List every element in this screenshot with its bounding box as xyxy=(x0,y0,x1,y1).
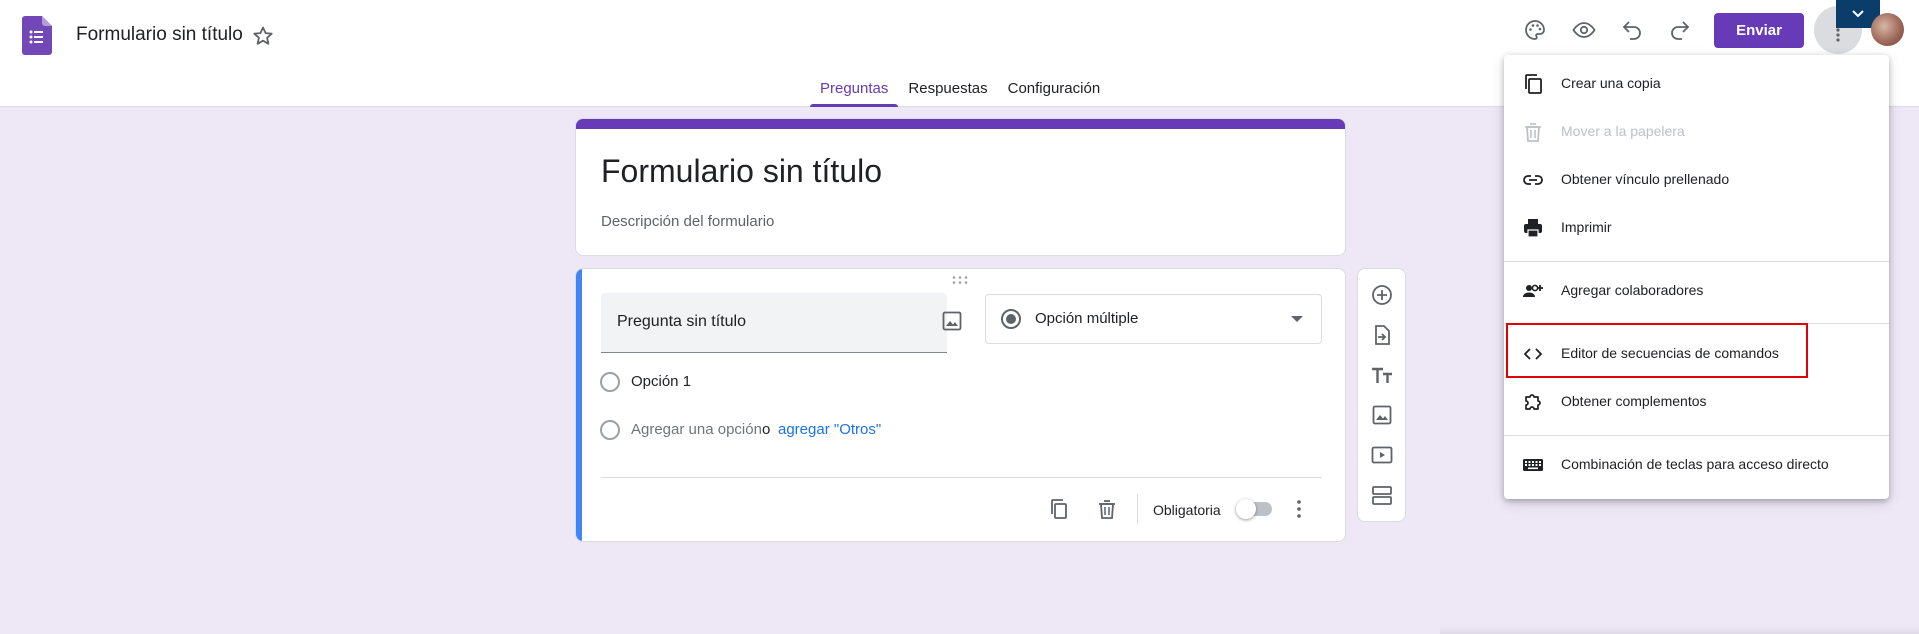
form-title-card: Formulario sin título Descripción del fo… xyxy=(575,118,1346,256)
tab-preguntas[interactable]: Preguntas xyxy=(810,76,899,107)
undo-icon[interactable] xyxy=(1619,17,1645,43)
required-toggle[interactable] xyxy=(1236,499,1272,519)
add-question-icon[interactable] xyxy=(1370,283,1394,307)
add-video-icon[interactable] xyxy=(1370,443,1394,467)
question-card: Pregunta sin título Opción múltiple Opci… xyxy=(575,268,1346,542)
title-card-accent xyxy=(576,119,1345,129)
add-option-or-text: o xyxy=(762,421,771,438)
add-section-icon[interactable] xyxy=(1370,483,1394,507)
side-toolbar xyxy=(1357,268,1406,522)
palette-icon[interactable] xyxy=(1522,17,1548,43)
menu-item-crear-copia[interactable]: Crear una copia xyxy=(1504,60,1889,108)
bottom-shadow xyxy=(1440,626,1919,634)
question-title-text: Pregunta sin título xyxy=(617,313,746,330)
add-image-icon[interactable] xyxy=(940,309,964,333)
menu-item-mover-papelera: Mover a la papelera xyxy=(1504,108,1889,156)
menu-item-label: Imprimir xyxy=(1561,219,1612,235)
add-image-icon[interactable] xyxy=(1370,403,1394,427)
menu-item-vinculo-prellenado[interactable]: Obtener vínculo prellenado xyxy=(1504,156,1889,204)
add-people-icon xyxy=(1523,284,1543,297)
menu-item-agregar-colaboradores[interactable]: Agregar colaboradores xyxy=(1504,267,1889,315)
menu-item-label: Crear una copia xyxy=(1561,75,1661,91)
add-other-link[interactable]: agregar "Otros" xyxy=(778,421,881,438)
form-title-input[interactable]: Formulario sin título xyxy=(601,153,882,190)
menu-item-label: Agregar colaboradores xyxy=(1561,282,1704,298)
question-footer-divider xyxy=(601,477,1322,478)
footer-separator xyxy=(1137,494,1138,524)
redo-icon[interactable] xyxy=(1667,17,1693,43)
send-button[interactable]: Enviar xyxy=(1714,13,1804,48)
active-card-indicator xyxy=(576,269,582,541)
add-option-link[interactable]: Agregar una opción xyxy=(631,421,762,438)
star-icon[interactable] xyxy=(251,24,275,48)
link-icon xyxy=(1523,175,1543,185)
menu-item-imprimir[interactable]: Imprimir xyxy=(1504,204,1889,252)
menu-item-label: Obtener complementos xyxy=(1561,393,1707,409)
form-description-input[interactable]: Descripción del formulario xyxy=(601,213,774,230)
copy-icon xyxy=(1525,74,1542,94)
duplicate-icon[interactable] xyxy=(1047,497,1071,521)
preview-eye-icon[interactable] xyxy=(1571,17,1597,43)
tab-respuestas[interactable]: Respuestas xyxy=(898,76,997,107)
option-1-input[interactable]: Opción 1 xyxy=(631,373,691,390)
delete-icon[interactable] xyxy=(1095,497,1119,521)
menu-divider xyxy=(1504,435,1889,436)
more-vert-icon[interactable] xyxy=(1287,497,1311,521)
document-title[interactable]: Formulario sin título xyxy=(76,24,243,46)
chevron-down-icon xyxy=(1852,10,1864,18)
add-option-radio xyxy=(600,420,620,440)
question-type-label: Opción múltiple xyxy=(1035,310,1139,327)
option-1-radio[interactable] xyxy=(600,372,620,392)
radio-button-icon xyxy=(1001,309,1021,329)
avatar[interactable] xyxy=(1871,13,1904,46)
highlight-annotation-box xyxy=(1506,323,1808,378)
puzzle-icon xyxy=(1525,394,1541,410)
menu-item-combinacion-teclas[interactable]: Combinación de teclas para acceso direct… xyxy=(1504,441,1889,489)
import-questions-icon[interactable] xyxy=(1370,323,1394,347)
print-icon xyxy=(1524,219,1542,238)
main-tabs: Preguntas Respuestas Configuración xyxy=(810,76,1110,107)
question-title-input[interactable]: Pregunta sin título xyxy=(601,293,947,353)
keyboard-icon xyxy=(1523,459,1543,471)
menu-item-label: Obtener vínculo prellenado xyxy=(1561,171,1730,187)
more-options-menu: Crear una copia Mover a la papelera Obte… xyxy=(1504,55,1889,499)
question-type-select[interactable]: Opción múltiple xyxy=(985,294,1322,344)
caret-down-icon xyxy=(1291,316,1303,322)
menu-item-label: Mover a la papelera xyxy=(1561,123,1685,139)
trash-icon xyxy=(1525,123,1541,142)
add-title-icon[interactable] xyxy=(1370,363,1394,387)
google-forms-logo-icon[interactable] xyxy=(22,16,52,55)
required-label: Obligatoria xyxy=(1153,502,1221,518)
menu-divider xyxy=(1504,261,1889,262)
tab-configuracion[interactable]: Configuración xyxy=(998,76,1111,107)
menu-item-obtener-complementos[interactable]: Obtener complementos xyxy=(1504,378,1889,426)
more-vert-icon xyxy=(1836,28,1840,42)
drag-handle-icon[interactable] xyxy=(951,275,969,285)
menu-item-label: Combinación de teclas para acceso direct… xyxy=(1561,456,1829,472)
